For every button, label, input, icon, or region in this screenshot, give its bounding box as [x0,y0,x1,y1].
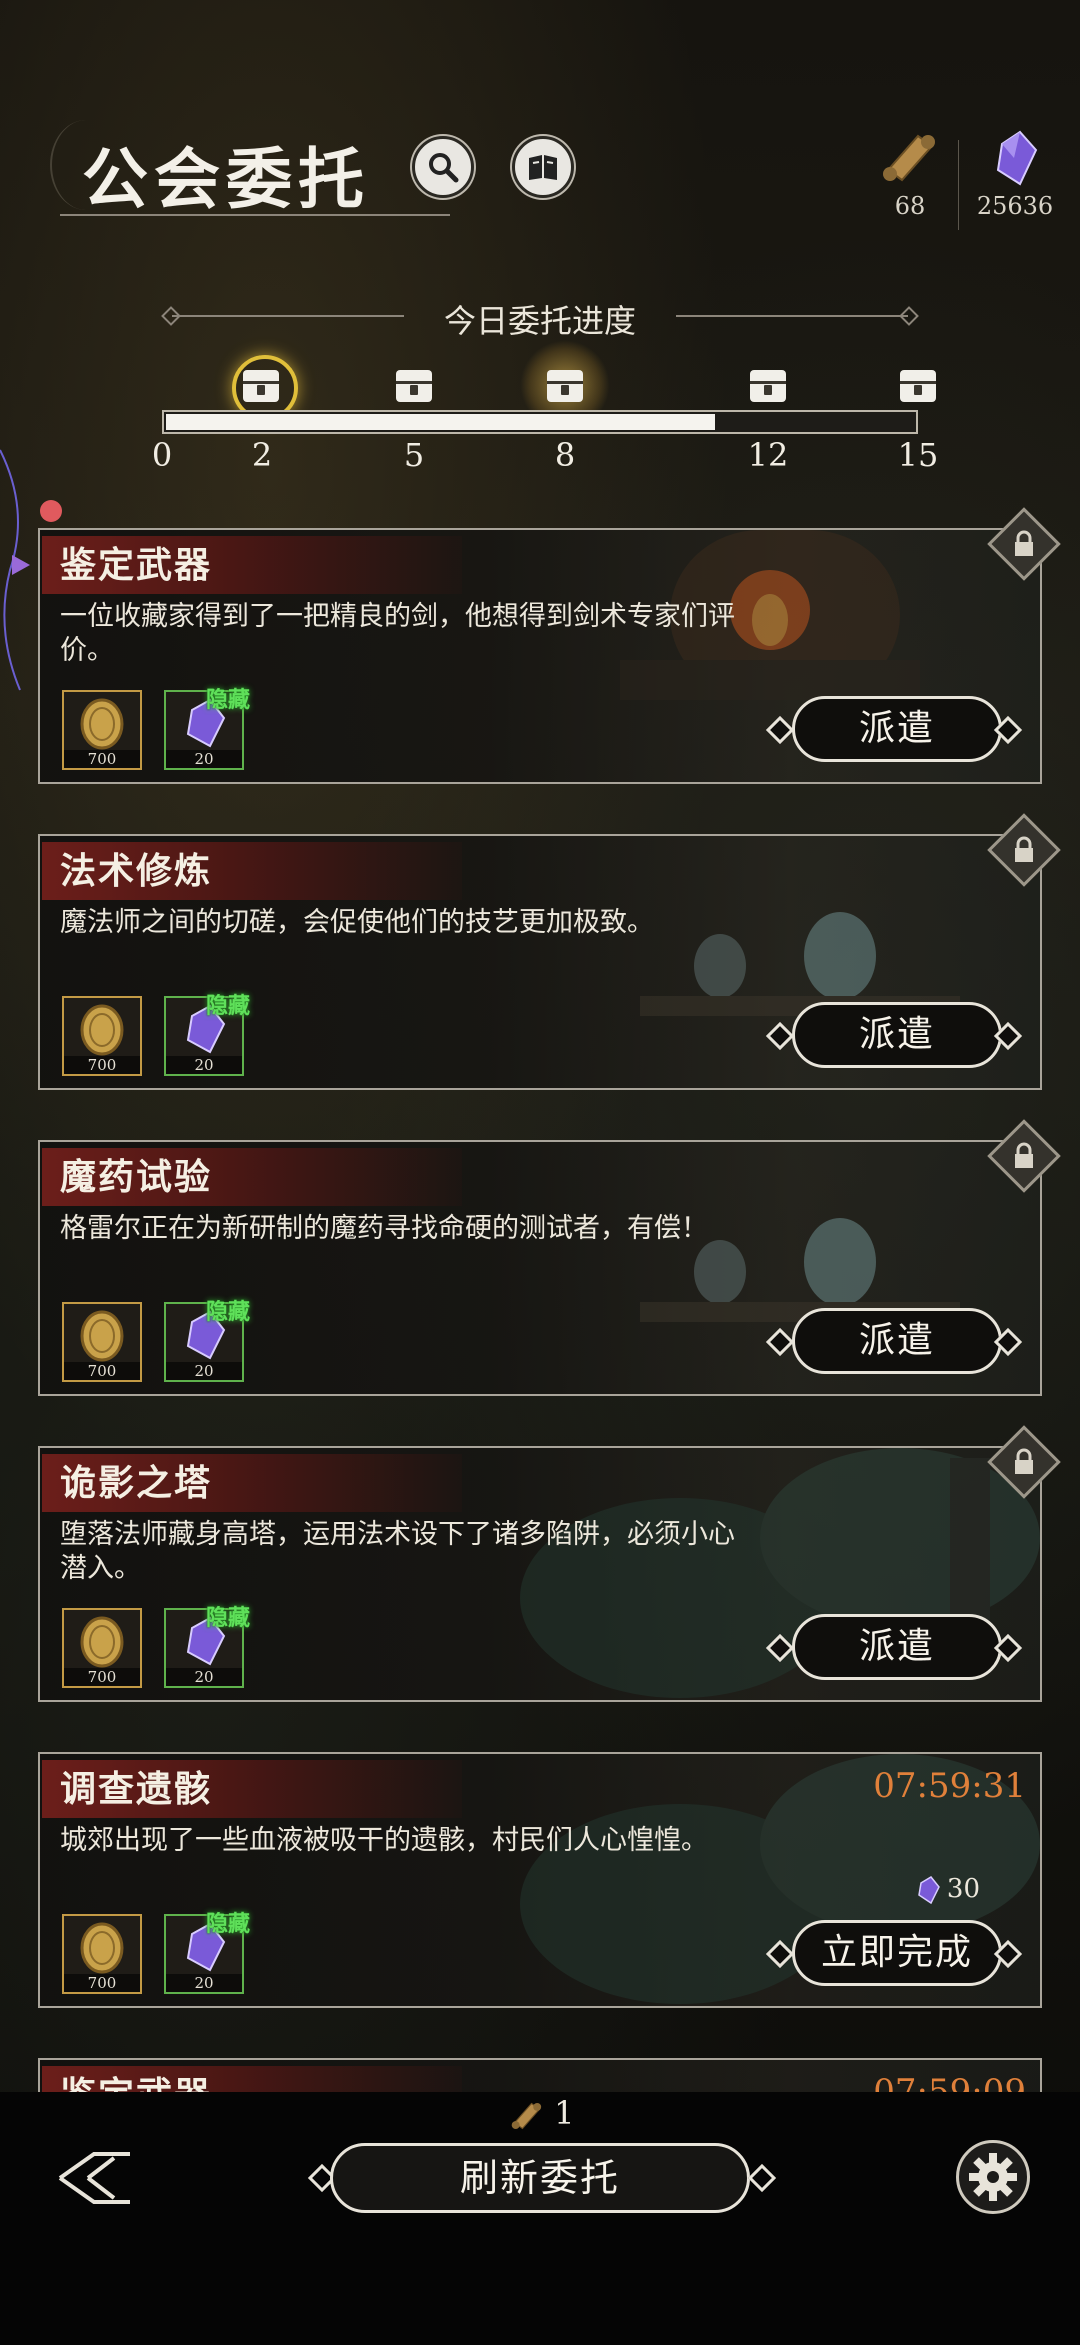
refresh-commissions-button[interactable]: 刷新委托 [330,2143,750,2213]
commission-name: 魔药试验 [42,1148,462,1206]
reward-amount: 700 [64,1056,140,1074]
commission-card[interactable]: 鉴定武器 一位收藏家得到了一把精良的剑，他想得到剑术专家们评价。 700 20 … [38,507,1061,784]
refresh-cost-value: 1 [554,2094,575,2132]
tick-label: 15 [897,436,939,474]
cost-value: 30 [946,1874,980,1904]
guide-button[interactable] [512,136,574,198]
title-area: 公会委托 [50,120,460,220]
reward-amount: 20 [166,1974,242,1992]
reward-amount: 700 [64,1668,140,1686]
crystal-resource: 25636 [965,130,1065,220]
crystal-reward[interactable]: 20 隐藏 [164,1911,250,1994]
chest-8[interactable] [547,370,583,402]
commission-description: 一位收藏家得到了一把精良的剑，他想得到剑术专家们评价。 [60,601,735,666]
commission-card[interactable]: 诡影之塔 堕落法师藏身高塔，运用法术设下了诸多陷阱，必须小心潜入。 700 20… [38,1425,1061,1702]
complete-now-button[interactable]: 立即完成 [792,1920,1002,1986]
scroll-count: 68 [894,192,926,220]
hidden-tag: 隐藏 [205,993,250,1019]
commission-name: 法术修炼 [42,842,462,900]
commission-name: 诡影之塔 [42,1454,462,1512]
back-icon [58,2152,130,2204]
reward-amount: 20 [166,1056,242,1074]
commission-description: 魔法师之间的切磋，会促使他们的技艺更加极致。 [60,907,654,938]
hidden-tag: 隐藏 [205,687,250,713]
scroll-icon [511,2102,542,2129]
settings-button[interactable] [956,2140,1030,2214]
progress-bar-fill [166,414,715,430]
reward-amount: 700 [64,750,140,768]
lock-icon [1015,1448,1033,1474]
commission-description: 城郊出现了一些血液被吸干的遗骸，村民们人心惶惶。 [60,1825,708,1856]
crystal-count: 25636 [976,192,1054,220]
gold-coin-reward[interactable]: 700 [62,996,142,1076]
complete-cost: 30 [915,1874,980,1905]
coin-icon [80,1616,124,1668]
commission-name: 调查遗骸 [42,1760,462,1818]
crystal-reward[interactable]: 20 隐藏 [164,1299,250,1382]
crystal-icon [996,130,1038,186]
commission-description: 堕落法师藏身高塔，运用法术设下了诸多陷阱，必须小心潜入。 [60,1519,735,1584]
tick-label: 8 [554,436,576,474]
progress-title-line-right [676,315,908,317]
dispatch-button[interactable]: 派遣 [792,1308,1002,1374]
search-icon [429,153,459,183]
reward-amount: 700 [64,1974,140,1992]
gold-coin-reward[interactable]: 700 [62,1608,142,1688]
hidden-tag: 隐藏 [205,1299,250,1325]
gold-coin-reward[interactable]: 700 [62,1914,142,1994]
commission-card[interactable]: 魔药试验 格雷尔正在为新研制的魔药寻找命硬的测试者，有偿！ 700 20 隐藏 … [38,1119,1061,1396]
tick-label: 5 [403,436,425,474]
tick-label: 0 [151,436,173,474]
tick-label: 2 [251,436,273,474]
dispatch-button[interactable]: 派遣 [792,1614,1002,1680]
book-icon [529,155,557,180]
title-underline [60,214,450,216]
commission-description: 格雷尔正在为新研制的魔药寻找命硬的测试者，有偿！ [60,1213,708,1244]
scroll-icon [883,134,935,182]
gold-coin-reward[interactable]: 700 [62,1302,142,1382]
reward-amount: 20 [166,750,242,768]
commission-card[interactable]: 法术修炼 魔法师之间的切磋，会促使他们的技艺更加极致。 700 20 隐藏 派遣 [38,813,1061,1090]
commission-card[interactable]: 调查遗骸 07:59:31 城郊出现了一些血液被吸干的遗骸，村民们人心惶惶。 3… [38,1752,1042,2008]
reward-amount: 20 [166,1362,242,1380]
crystal-icon [918,1876,940,1905]
progress-bar [162,410,918,434]
crystal-reward[interactable]: 20 隐藏 [164,687,250,770]
tick-label: 12 [747,436,789,474]
coin-icon [80,1004,124,1056]
chest-5[interactable] [396,370,432,402]
back-button[interactable] [54,2146,138,2210]
dispatch-button[interactable]: 派遣 [792,696,1002,762]
countdown-timer: 07:59:31 [873,1766,1026,1806]
lock-icon [1015,1142,1033,1168]
commission-name: 鉴定武器 [42,536,462,594]
scroll-resource: 68 [870,130,950,220]
search-button[interactable] [412,136,474,198]
chest-15[interactable] [900,370,936,402]
crystal-reward[interactable]: 20 隐藏 [164,1605,250,1688]
gold-coin-reward[interactable]: 700 [62,690,142,770]
chest-12[interactable] [750,370,786,402]
chest-2[interactable] [243,370,279,402]
progress-title: 今日委托进度 [443,302,636,340]
coin-icon [80,1922,124,1974]
reward-amount: 700 [64,1362,140,1380]
gear-icon [969,2153,1017,2201]
hidden-tag: 隐藏 [205,1911,250,1937]
notification-dot [40,500,62,522]
refresh-cost: 1 [510,2094,575,2132]
hidden-tag: 隐藏 [205,1605,250,1631]
coin-icon [80,1310,124,1362]
resource-divider [958,140,959,230]
coin-icon [80,698,124,750]
lock-icon [1015,836,1033,862]
lock-icon [1015,530,1033,556]
dispatch-button[interactable]: 派遣 [792,1002,1002,1068]
crystal-reward[interactable]: 20 隐藏 [164,993,250,1076]
reward-amount: 20 [166,1668,242,1686]
side-decoration [0,449,30,691]
page-title: 公会委托 [82,140,370,218]
